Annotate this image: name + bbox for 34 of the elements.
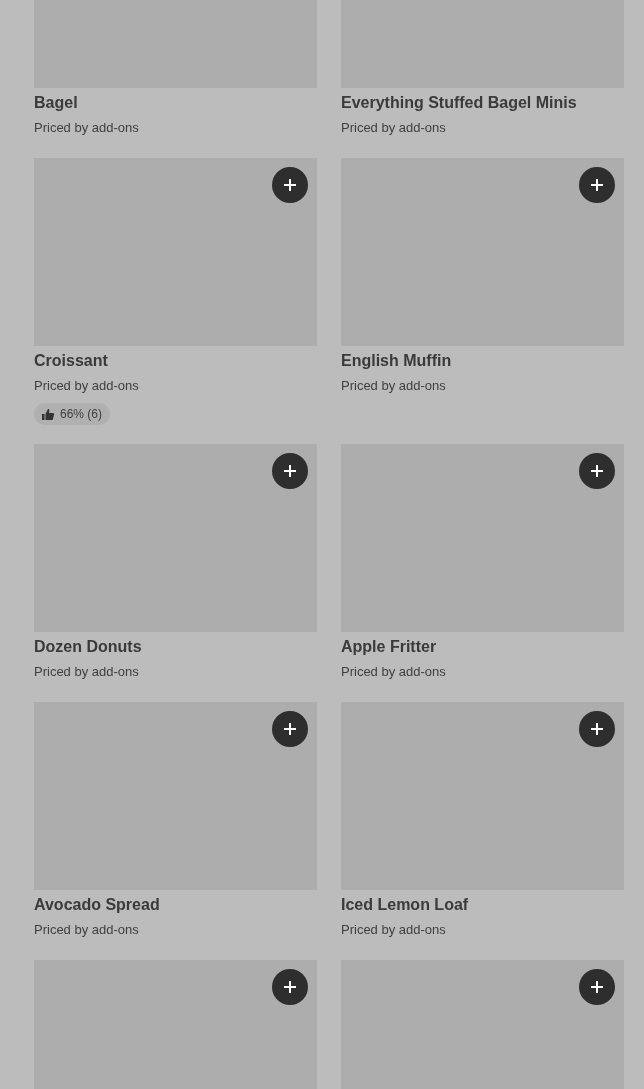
item-price-note: Priced by add-ons xyxy=(34,377,139,395)
add-button[interactable] xyxy=(579,453,615,489)
add-button[interactable] xyxy=(272,711,308,747)
add-button[interactable] xyxy=(579,167,615,203)
item-name: Iced Lemon Loaf xyxy=(341,895,469,915)
plus-icon xyxy=(284,179,296,191)
item-name: English Muffin xyxy=(341,351,452,371)
plus-icon xyxy=(591,723,603,735)
item-price-note: Priced by add-ons xyxy=(341,377,446,395)
plus-icon xyxy=(591,981,603,993)
thumbs-up-icon xyxy=(42,408,54,420)
add-button[interactable] xyxy=(272,453,308,489)
item-name: Apple Fritter xyxy=(341,637,437,657)
plus-icon xyxy=(284,981,296,993)
item-price-note: Priced by add-ons xyxy=(34,119,139,137)
plus-icon xyxy=(284,465,296,477)
item-name: Everything Stuffed Bagel Minis xyxy=(341,93,577,113)
item-price-note: Priced by add-ons xyxy=(341,921,446,939)
plus-icon xyxy=(284,723,296,735)
add-button[interactable] xyxy=(579,969,615,1005)
item-name: Avocado Spread xyxy=(34,895,160,915)
item-name: Dozen Donuts xyxy=(34,637,142,657)
rating-text: 66% (6) xyxy=(60,406,103,423)
add-button[interactable] xyxy=(272,167,308,203)
item-price-note: Priced by add-ons xyxy=(34,921,139,939)
item-name: Bagel xyxy=(34,93,78,113)
item-price-note: Priced by add-ons xyxy=(34,663,139,681)
add-button[interactable] xyxy=(579,711,615,747)
item-price-note: Priced by add-ons xyxy=(341,119,446,137)
plus-icon xyxy=(591,179,603,191)
plus-icon xyxy=(591,465,603,477)
add-button[interactable] xyxy=(272,969,308,1005)
item-name: Croissant xyxy=(34,351,108,371)
item-price-note: Priced by add-ons xyxy=(341,663,446,681)
